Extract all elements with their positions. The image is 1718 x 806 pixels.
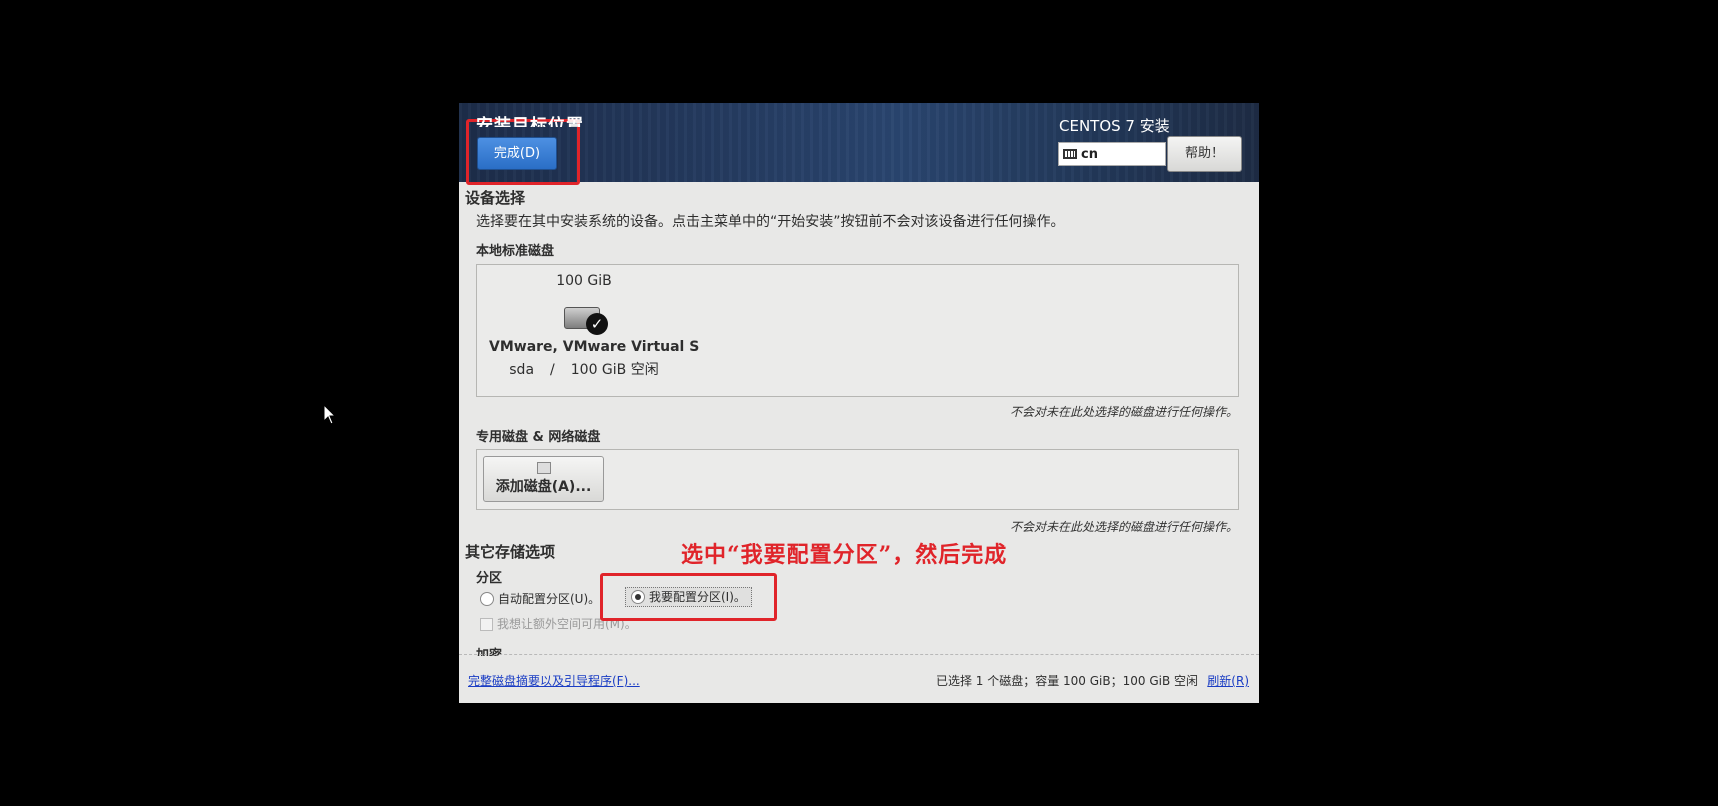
keyboard-layout-label: cn — [1081, 147, 1098, 162]
auto-partition-option[interactable]: 自动配置分区(U)。 — [480, 590, 600, 607]
product-title: CENTOS 7 安装 — [1059, 117, 1170, 135]
add-disk-icon — [536, 462, 551, 474]
disk-free-space: 100 GiB 空闲 — [570, 362, 659, 378]
special-disks-title: 专用磁盘 & 网络磁盘 — [476, 430, 601, 445]
disk-name: VMware, VMware Virtual S — [489, 339, 700, 355]
local-disks-panel: 100 GiB ✓ VMware, VMware Virtual S sda / 1… — [476, 264, 1239, 397]
disk-device: sda — [509, 362, 535, 378]
partitioning-title: 分区 — [476, 571, 503, 586]
checkmark-icon: ✓ — [586, 313, 608, 335]
disk-details: sda / 100 GiB 空闲 — [489, 359, 679, 379]
installer-window: 安装目标位置 完成(D) CENTOS 7 安装 cn 帮助！ 设备选择 选择要… — [459, 103, 1259, 703]
special-disks-panel: 添加磁盘(A)... — [476, 449, 1239, 510]
refresh-link[interactable]: 刷新(R) — [1207, 672, 1249, 689]
local-disks-title: 本地标准磁盘 — [476, 244, 555, 259]
local-disks-note: 不会对未在此处选择的磁盘进行任何操作。 — [1009, 405, 1238, 419]
done-button[interactable]: 完成(D) — [477, 137, 557, 170]
special-disks-note: 不会对未在此处选择的磁盘进行任何操作。 — [1009, 520, 1238, 534]
selection-status: 已选择 1 个磁盘；容量 100 GiB；100 GiB 空闲 — [935, 674, 1198, 688]
full-disk-summary-link[interactable]: 完整磁盘摘要以及引导程序(F)... — [468, 672, 640, 689]
spoke-title: 安装目标位置 — [476, 116, 584, 127]
other-storage-title: 其它存储选项 — [465, 543, 556, 561]
hard-disk-icon: ✓ — [564, 299, 608, 335]
disk-separator: / — [550, 362, 555, 378]
auto-partition-radio[interactable] — [480, 592, 494, 606]
device-selection-title: 设备选择 — [465, 189, 526, 207]
footer-divider — [459, 654, 1259, 655]
disk-sda[interactable]: 100 GiB ✓ VMware, VMware Virtual S sda / 1… — [489, 273, 700, 379]
device-selection-description: 选择要在其中安装系统的设备。点击主菜单中的“开始安装”按钮前不会对该设备进行任何… — [476, 214, 1065, 230]
keyboard-icon — [1063, 149, 1077, 159]
add-disk-button[interactable]: 添加磁盘(A)... — [483, 456, 604, 502]
add-disk-label: 添加磁盘(A)... — [495, 479, 592, 495]
mouse-cursor-icon — [323, 404, 337, 426]
auto-partition-label: 自动配置分区(U)。 — [498, 592, 601, 606]
instruction-annotation: 选中“我要配置分区”，然后完成 — [681, 542, 1008, 568]
help-button[interactable]: 帮助！ — [1167, 136, 1242, 172]
extra-space-checkbox — [480, 618, 493, 631]
keyboard-layout-indicator[interactable]: cn — [1058, 142, 1166, 166]
disk-size: 100 GiB — [556, 273, 612, 289]
manual-partition-highlight-box — [600, 573, 777, 621]
